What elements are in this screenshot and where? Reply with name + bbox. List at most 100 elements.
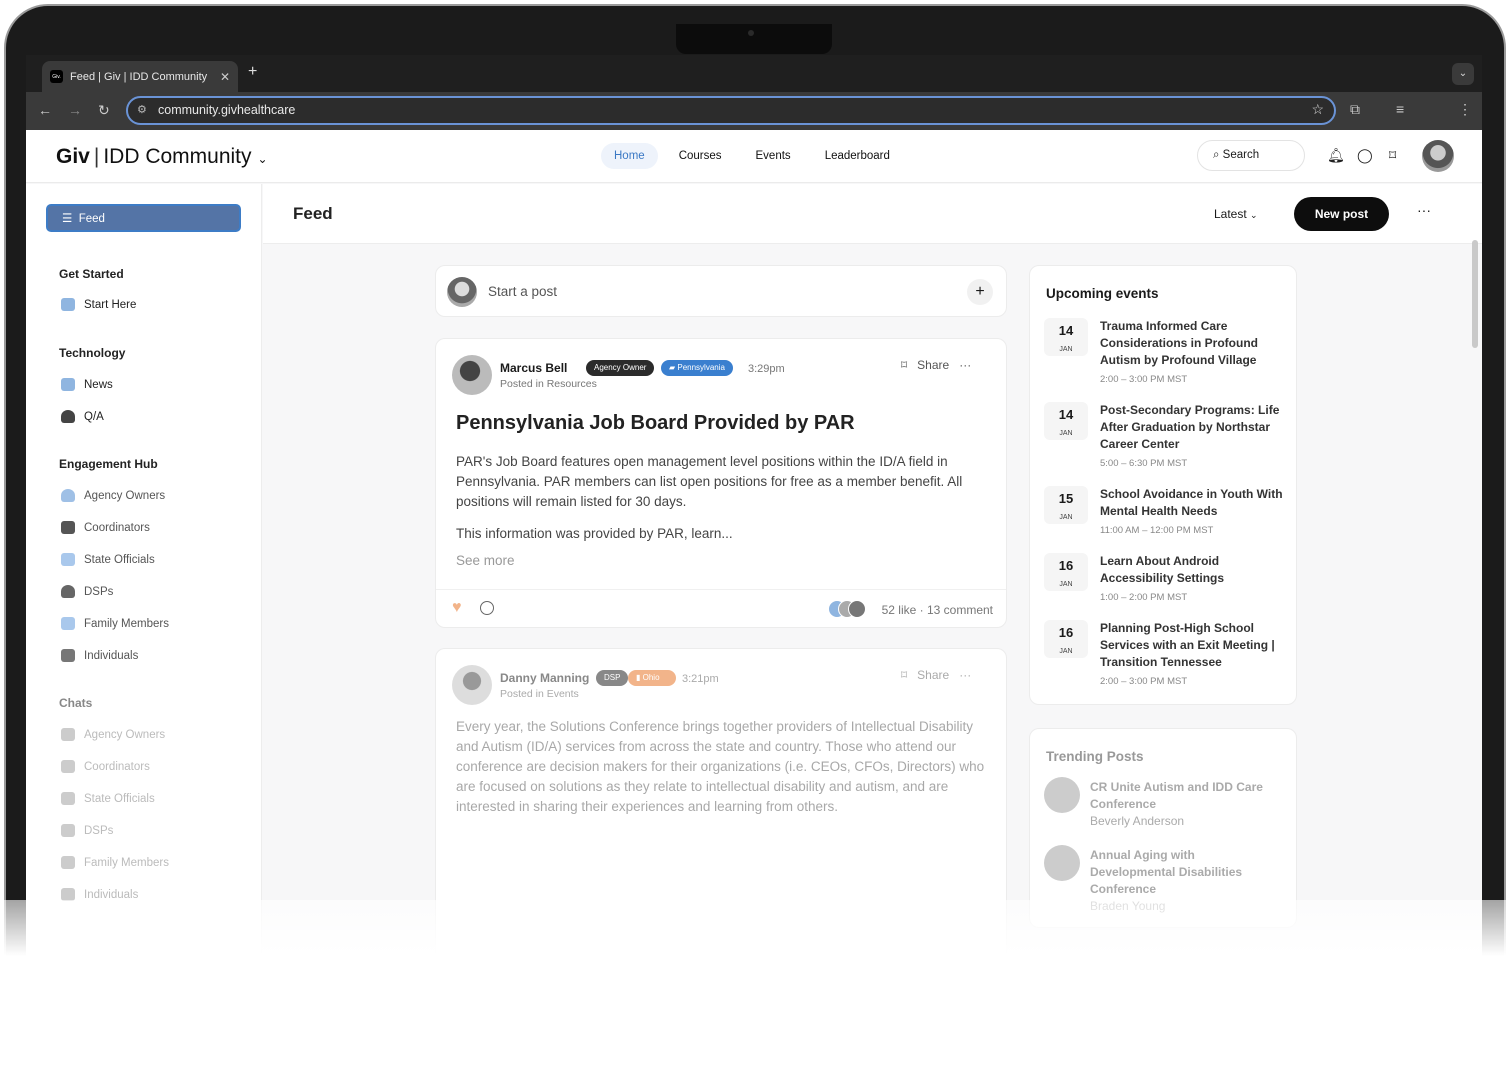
post-author[interactable]: Marcus Bell [500,361,567,375]
post-author[interactable]: Danny Manning [500,671,589,685]
new-post-button[interactable]: New post [1294,197,1389,231]
bookmark-icon[interactable]: ⌑ [1389,147,1396,164]
post-excerpt: This information was provided by PAR, le… [456,526,733,541]
post-stats[interactable]: 52 like · 13 comment [882,603,993,617]
sidebar-item[interactable]: Agency Owners [61,489,165,502]
event-day: 16 [1058,558,1074,573]
sidebar-item-label: News [84,378,113,391]
nav-events[interactable]: Events [743,143,804,169]
sidebar-item[interactable]: Agency Owners [61,728,165,741]
share-button[interactable]: Share [917,358,949,372]
sidebar-item[interactable]: Coordinators [61,760,150,773]
more-options-icon[interactable]: ··· [959,668,971,682]
top-nav: Home Courses Events Leaderboard [601,143,903,169]
chat-icon [61,856,75,869]
sidebar-item[interactable]: State Officials [61,553,155,566]
see-more-link[interactable]: See more [456,553,515,568]
post-category[interactable]: Posted in Resources [500,378,597,390]
sidebar-item[interactable]: Family Members [61,617,169,630]
bookmark-icon[interactable]: ⌑ [901,668,907,682]
event-time: 11:00 AM – 12:00 PM MST [1100,525,1214,536]
avatar [452,355,492,395]
event-title: Learn About Android Accessibility Settin… [1100,554,1225,585]
avatar [452,665,492,705]
comment-icon[interactable] [480,601,494,615]
screen: Giv. Feed | Giv | IDD Community ✕ + ⌄ ← … [26,55,1482,1005]
browser-tab[interactable]: Giv. Feed | Giv | IDD Community ✕ [42,61,238,92]
sidebar-item-feed[interactable]: ☰ Feed [46,204,241,232]
role-badge: DSP [596,670,629,686]
post-category[interactable]: Posted in Events [500,688,579,700]
scrollbar[interactable] [1472,240,1478,348]
start-post-box[interactable]: Start a post + [435,265,1007,317]
browser-tab-bar: Giv. Feed | Giv | IDD Community ✕ + ⌄ [26,55,1482,92]
sidebar-item-label: Family Members [84,617,169,630]
post-card: Marcus Bell Posted in Resources Agency O… [435,338,1007,628]
post-body: Every year, the Solutions Conference bri… [456,719,985,814]
search-button[interactable]: ⌕ Search [1197,140,1305,171]
event-day: 16 [1058,625,1074,640]
post-title[interactable]: Pennsylvania Job Board Provided by PAR [456,412,855,435]
event-time: 5:00 – 6:30 PM MST [1100,458,1188,469]
event-day: 14 [1058,323,1074,338]
trending-post[interactable]: CR Unite Autism and IDD Care Conference B… [1090,779,1280,830]
nav-leaderboard[interactable]: Leaderboard [812,143,903,169]
chevron-down-icon: ⌄ [1250,210,1258,220]
sidebar-item[interactable]: Family Members [61,856,169,869]
nav-courses[interactable]: Courses [666,143,735,169]
more-options-icon[interactable]: ··· [959,358,971,372]
sidebar-item[interactable]: Q/A [61,410,104,423]
url-text: community.givhealthcare [158,103,296,117]
bookmark-star-icon[interactable]: ☆ [1311,101,1324,118]
sidebar-item[interactable]: Individuals [61,649,138,662]
search-icon: ⌕ [1213,149,1220,161]
camera-notch [676,24,832,54]
new-tab-icon[interactable]: + [248,63,257,81]
event-title: School Avoidance in Youth With Mental He… [1100,487,1283,518]
reload-icon[interactable]: ↻ [98,102,110,119]
back-icon[interactable]: ← [38,102,52,118]
sidebar-item-label: Q/A [84,410,104,423]
sidebar-item[interactable]: DSPs [61,585,113,598]
nav-home[interactable]: Home [601,143,658,169]
chats-icon [61,649,75,662]
sidebar-item[interactable]: Start Here [61,298,136,311]
state-badge: ▮ Ohio [628,670,676,686]
bell-icon[interactable]: 🔔︎ [1327,147,1345,164]
trending-title: CR Unite Autism and IDD Care Conference [1090,780,1263,811]
sort-dropdown[interactable]: Latest ⌄ [1214,207,1258,221]
tab-title: Feed | Giv | IDD Community [70,70,208,83]
search-label: Search [1222,149,1260,161]
event-date: 15 JAN [1044,486,1088,524]
more-options-icon[interactable]: ··· [1417,202,1431,218]
menu-icon[interactable]: ⋮ [1458,101,1472,118]
page-title: Feed [293,204,333,223]
sidebar-item[interactable]: News [61,378,113,391]
user-avatar[interactable] [1422,140,1454,172]
sidebar-item[interactable]: State Officials [61,792,155,805]
close-tab-icon[interactable]: ✕ [220,70,230,84]
post-footer: ♥ 52 like · 13 comment [436,589,1006,629]
site-settings-icon[interactable]: ⚙ [137,103,147,116]
media-icon[interactable]: ≡ [1396,101,1404,117]
share-button[interactable]: Share [917,668,949,682]
sidebar-item-label: Start Here [84,298,137,311]
bookmark-icon[interactable]: ⌑ [901,358,907,372]
tab-search-icon[interactable]: ⌄ [1452,63,1474,85]
plus-icon[interactable]: + [967,279,993,305]
person-icon [61,410,75,423]
state-label: Pennsylvania [677,363,725,372]
community-switcher[interactable]: Giv | IDD Community ⌄ [56,145,268,169]
extensions-icon[interactable]: ⧉ [1350,101,1360,118]
forward-icon[interactable]: → [68,102,82,118]
feed-label: Feed [78,213,105,225]
sidebar-item[interactable]: Coordinators [61,521,150,534]
sidebar-section-title: Chats [59,696,93,710]
messages-icon[interactable]: ◯ [1357,147,1373,164]
sidebar-item[interactable]: DSPs [61,824,113,837]
event-month: JAN [1059,430,1073,437]
url-input[interactable]: ⚙ community.givhealthcare ☆ [126,96,1336,125]
post-body: PAR's Job Board features open management… [456,454,963,509]
state-badge: ▰ Pennsylvania [661,360,733,376]
heart-icon[interactable]: ♥ [452,599,462,617]
